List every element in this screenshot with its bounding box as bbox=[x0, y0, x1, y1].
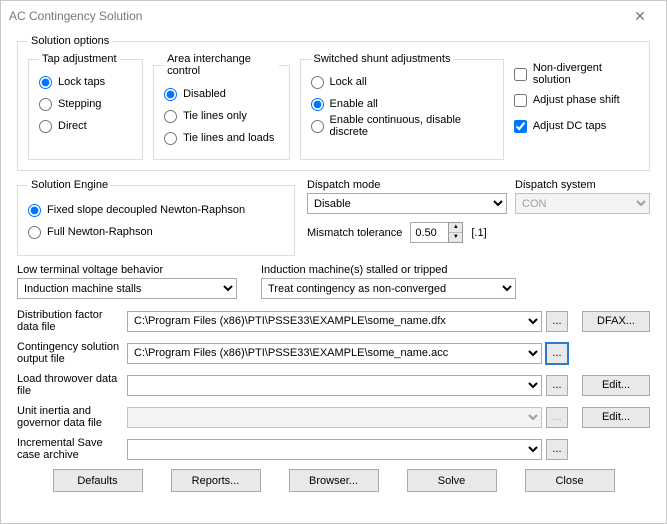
shunt-lock-all-option[interactable]: Lock all bbox=[311, 73, 493, 91]
solution-options-legend: Solution options bbox=[28, 35, 112, 47]
shunt-legend: Switched shunt adjustments bbox=[311, 53, 454, 65]
window-title: AC Contingency Solution bbox=[9, 9, 622, 23]
spin-down-icon[interactable]: ▼ bbox=[449, 233, 462, 242]
check-label: Non-divergent solution bbox=[533, 62, 639, 86]
low-volt-select[interactable]: Induction machine stalls bbox=[17, 278, 237, 299]
engine-legend: Solution Engine bbox=[28, 179, 111, 191]
radio-label: Enable continuous, disable discrete bbox=[330, 114, 493, 138]
engine-fixed-radio[interactable] bbox=[28, 204, 41, 217]
acc-path-select[interactable]: C:\Program Files (x86)\PTI\PSSE33\EXAMPL… bbox=[127, 343, 542, 364]
tap-direct-radio[interactable] bbox=[39, 120, 52, 133]
solution-engine-group: Solution Engine Fixed slope decoupled Ne… bbox=[17, 179, 295, 256]
radio-label: Enable all bbox=[330, 98, 378, 110]
radio-label: Direct bbox=[58, 120, 87, 132]
nondivergent-check[interactable]: Non-divergent solution bbox=[514, 65, 639, 83]
acc-label: Contingency solution output file bbox=[17, 341, 127, 365]
dfx-browse-button[interactable]: ... bbox=[546, 311, 568, 332]
solve-button[interactable]: Solve bbox=[407, 469, 497, 492]
mismatch-spinner[interactable]: ▲▼ bbox=[410, 222, 463, 243]
tap-lock-radio[interactable] bbox=[39, 76, 52, 89]
dc-taps-checkbox[interactable] bbox=[514, 120, 527, 133]
low-volt-label: Low terminal voltage behavior bbox=[17, 264, 237, 276]
incr-path-select[interactable] bbox=[127, 439, 542, 460]
area-disabled-option[interactable]: Disabled bbox=[164, 85, 278, 103]
throw-browse-button[interactable]: ... bbox=[546, 375, 568, 396]
right-checks: Non-divergent solution Adjust phase shif… bbox=[514, 53, 639, 160]
spinner-buttons[interactable]: ▲▼ bbox=[448, 222, 463, 243]
area-tie-only-radio[interactable] bbox=[164, 110, 177, 123]
mismatch-input[interactable] bbox=[410, 222, 448, 243]
area-tie-only-option[interactable]: Tie lines only bbox=[164, 107, 278, 125]
inertia-path-select bbox=[127, 407, 542, 428]
engine-full-radio[interactable] bbox=[28, 226, 41, 239]
shunt-enable-all-radio[interactable] bbox=[311, 98, 324, 111]
dispatch-mode-select[interactable]: Disable bbox=[307, 193, 507, 214]
dispatch-system-label: Dispatch system bbox=[515, 179, 650, 191]
solution-options-group: Solution options Tap adjustment Lock tap… bbox=[17, 35, 650, 171]
throw-edit-button[interactable]: Edit... bbox=[582, 375, 650, 396]
tap-stepping-radio[interactable] bbox=[39, 98, 52, 111]
inertia-edit-button[interactable]: Edit... bbox=[582, 407, 650, 428]
mismatch-label: Mismatch tolerance bbox=[307, 227, 402, 239]
area-legend: Area interchange control bbox=[164, 53, 278, 77]
area-tie-loads-radio[interactable] bbox=[164, 132, 177, 145]
dfx-path-select[interactable]: C:\Program Files (x86)\PTI\PSSE33\EXAMPL… bbox=[127, 311, 542, 332]
shunt-enable-all-option[interactable]: Enable all bbox=[311, 95, 493, 113]
inertia-browse-button: ... bbox=[546, 407, 568, 428]
dialog-window: AC Contingency Solution ✕ Solution optio… bbox=[0, 0, 667, 524]
area-tie-loads-option[interactable]: Tie lines and loads bbox=[164, 129, 278, 147]
radio-label: Tie lines only bbox=[183, 110, 247, 122]
radio-label: Tie lines and loads bbox=[183, 132, 274, 144]
incr-label: Incremental Save case archive bbox=[17, 437, 127, 461]
close-icon[interactable]: ✕ bbox=[622, 8, 658, 25]
nondivergent-checkbox[interactable] bbox=[514, 68, 527, 81]
browser-button[interactable]: Browser... bbox=[289, 469, 379, 492]
acc-browse-button[interactable]: ... bbox=[546, 343, 568, 364]
tap-legend: Tap adjustment bbox=[39, 53, 120, 65]
engine-full-option[interactable]: Full Newton-Raphson bbox=[28, 223, 284, 241]
bottom-buttons: Defaults Reports... Browser... Solve Clo… bbox=[17, 469, 650, 492]
incr-browse-button[interactable]: ... bbox=[546, 439, 568, 460]
defaults-button[interactable]: Defaults bbox=[53, 469, 143, 492]
shunt-continuous-option[interactable]: Enable continuous, disable discrete bbox=[311, 117, 493, 135]
radio-label: Lock taps bbox=[58, 76, 105, 88]
dc-taps-check[interactable]: Adjust DC taps bbox=[514, 117, 639, 135]
reports-button[interactable]: Reports... bbox=[171, 469, 261, 492]
shunt-lock-all-radio[interactable] bbox=[311, 76, 324, 89]
radio-label: Lock all bbox=[330, 76, 367, 88]
spin-up-icon[interactable]: ▲ bbox=[449, 223, 462, 233]
stalled-label: Induction machine(s) stalled or tripped bbox=[261, 264, 516, 276]
area-interchange-group: Area interchange control Disabled Tie li… bbox=[153, 53, 289, 160]
shunt-continuous-radio[interactable] bbox=[311, 120, 324, 133]
tap-stepping-option[interactable]: Stepping bbox=[39, 95, 132, 113]
tap-direct-option[interactable]: Direct bbox=[39, 117, 132, 135]
inertia-label: Unit inertia and governor data file bbox=[17, 405, 127, 429]
tap-adjustment-group: Tap adjustment Lock taps Stepping Direct bbox=[28, 53, 143, 160]
engine-fixed-option[interactable]: Fixed slope decoupled Newton-Raphson bbox=[28, 201, 284, 219]
tap-lock-option[interactable]: Lock taps bbox=[39, 73, 132, 91]
stalled-select[interactable]: Treat contingency as non-converged bbox=[261, 278, 516, 299]
dispatch-mode-label: Dispatch mode bbox=[307, 179, 507, 191]
dfx-label: Distribution factor data file bbox=[17, 309, 127, 333]
throw-label: Load throwover data file bbox=[17, 373, 127, 397]
titlebar: AC Contingency Solution ✕ bbox=[1, 1, 666, 31]
radio-label: Disabled bbox=[183, 88, 226, 100]
close-button[interactable]: Close bbox=[525, 469, 615, 492]
client-area: Solution options Tap adjustment Lock tap… bbox=[1, 31, 666, 523]
radio-label: Fixed slope decoupled Newton-Raphson bbox=[47, 204, 245, 216]
throw-path-select[interactable] bbox=[127, 375, 542, 396]
dispatch-system-select: CON bbox=[515, 193, 650, 214]
radio-label: Stepping bbox=[58, 98, 101, 110]
check-label: Adjust DC taps bbox=[533, 120, 606, 132]
phase-shift-checkbox[interactable] bbox=[514, 94, 527, 107]
radio-label: Full Newton-Raphson bbox=[47, 226, 153, 238]
mismatch-suffix: [.1] bbox=[471, 227, 486, 239]
shunt-adjust-group: Switched shunt adjustments Lock all Enab… bbox=[300, 53, 504, 160]
check-label: Adjust phase shift bbox=[533, 94, 620, 106]
area-disabled-radio[interactable] bbox=[164, 88, 177, 101]
dfax-button[interactable]: DFAX... bbox=[582, 311, 650, 332]
phase-shift-check[interactable]: Adjust phase shift bbox=[514, 91, 639, 109]
